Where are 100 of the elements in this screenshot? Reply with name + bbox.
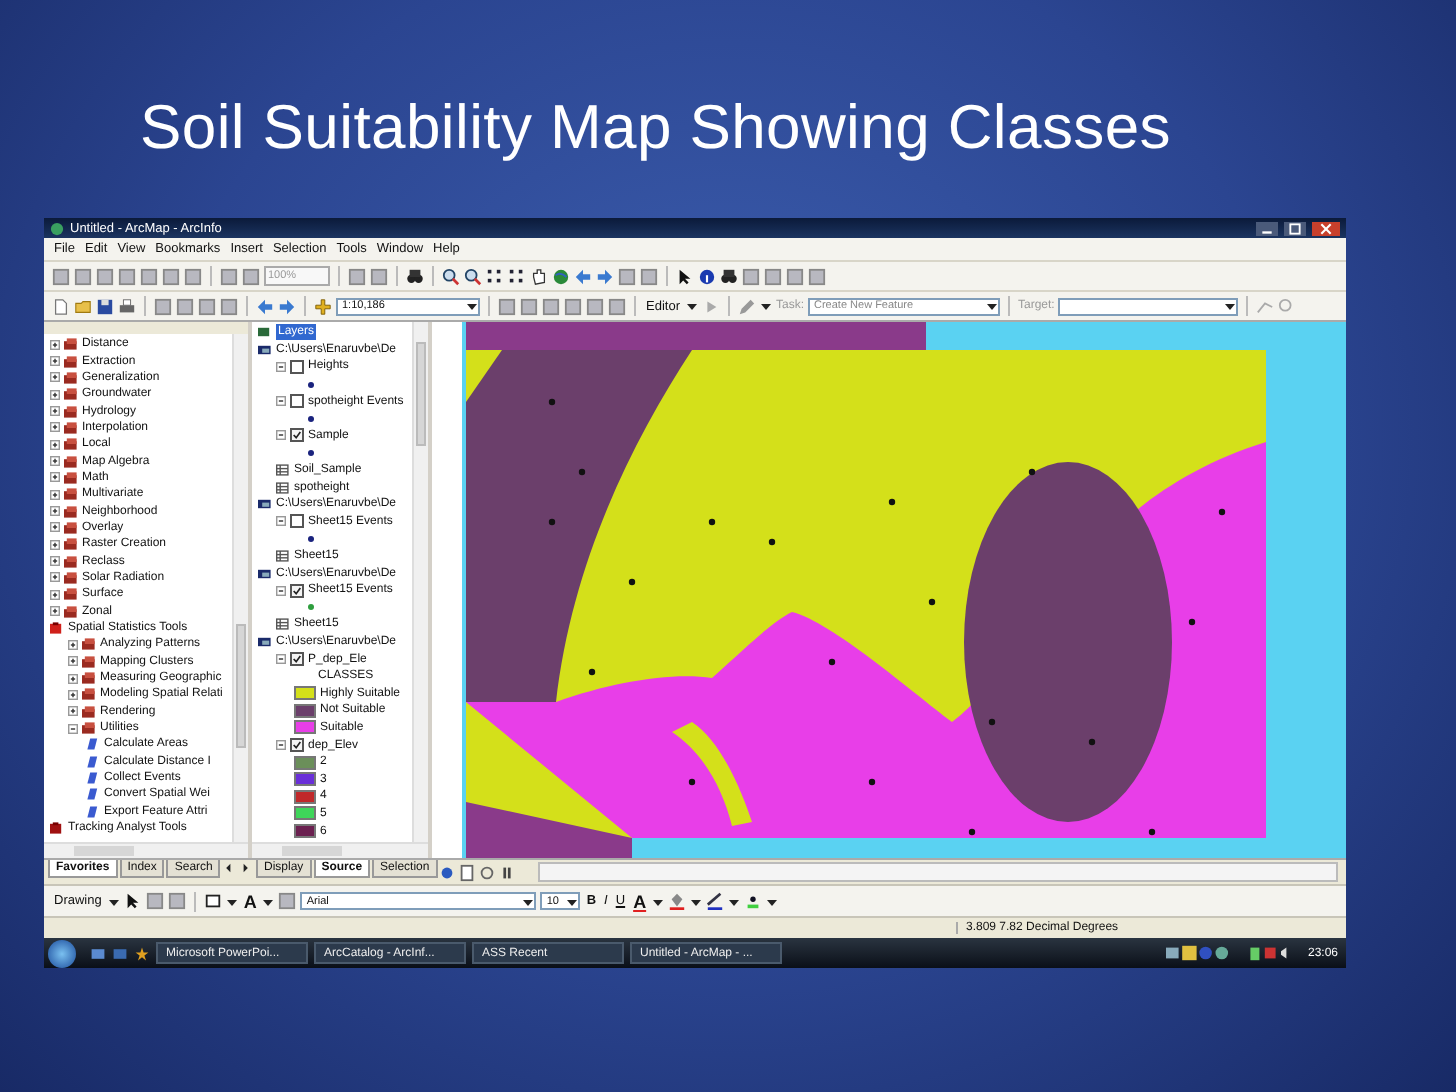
horizontal-scrollbar[interactable] [538,862,1338,882]
expand-icon[interactable] [68,639,78,650]
expand-icon[interactable] [68,673,78,684]
table-icon [276,464,290,477]
dots-icon[interactable] [508,267,526,285]
collapse-icon[interactable] [276,361,286,372]
caret-icon [766,895,779,907]
check-icon [292,654,302,665]
expand-icon[interactable] [50,372,60,383]
caret-icon [262,895,275,907]
marker-icon[interactable] [744,892,763,910]
expand-icon[interactable] [50,556,60,567]
expand-icon[interactable] [50,456,60,467]
collapse-icon[interactable] [276,585,286,596]
expand-icon[interactable] [50,472,60,483]
table-icon [276,550,290,563]
right-arrow-icon[interactable] [238,860,253,876]
expand-icon[interactable] [50,539,60,550]
caret-icon [566,895,579,907]
layer-checkbox[interactable] [290,652,304,667]
font-color-button[interactable]: A [631,891,649,911]
start-button[interactable] [48,939,76,967]
expand-icon[interactable] [50,389,60,400]
folder-icon [258,343,272,356]
minimize-button[interactable] [1256,221,1278,235]
table-icon [276,618,290,631]
text-tool-button[interactable]: A [241,891,259,911]
horizontal-scrollbar[interactable] [252,842,428,858]
caret-icon [107,895,120,907]
horizontal-scrollbar[interactable] [44,842,248,858]
binoculars-icon[interactable] [406,267,424,285]
layers-icon [258,326,272,339]
table-icon [276,481,290,494]
plus-icon[interactable] [314,297,332,315]
slide-title: Soil Suitability Map Showing Classes [140,92,1173,164]
expand-icon[interactable] [50,422,60,433]
caret-icon [728,895,741,907]
maximize-button[interactable] [1284,221,1306,235]
close-button[interactable] [1312,221,1340,235]
floppy-icon[interactable] [96,297,114,315]
maximize-icon [1284,221,1306,235]
expand-icon[interactable] [50,572,60,583]
folder-icon [258,635,272,648]
pointer-icon[interactable] [123,892,142,910]
expand-icon[interactable] [50,356,60,367]
folder-icon [258,498,272,511]
collapse-icon[interactable] [68,723,78,734]
caret-icon [225,895,238,907]
expand-icon[interactable] [50,606,60,617]
layer-checkbox[interactable] [290,738,304,753]
collapse-icon[interactable] [276,654,286,665]
expand-icon[interactable] [68,656,78,667]
info-icon[interactable] [698,267,716,285]
fill-bucket-icon[interactable] [668,892,687,910]
expand-icon[interactable] [50,589,60,600]
expand-icon[interactable] [68,689,78,700]
check-icon [292,430,302,441]
pencil-icon[interactable] [737,297,756,315]
pause-icon[interactable] [498,863,516,881]
target-dropdown[interactable] [1058,297,1239,315]
page-icon[interactable] [458,863,476,881]
layer-checkbox[interactable] [290,394,304,409]
tool-icon[interactable] [278,892,297,910]
vertical-scrollbar[interactable] [232,334,248,842]
rectangle-icon[interactable] [203,892,222,910]
vertical-scrollbar[interactable] [412,322,428,842]
hand-icon[interactable] [530,267,548,285]
caret-icon [685,300,698,312]
folder-icon[interactable] [74,297,92,315]
dots-icon[interactable] [486,267,504,285]
caret-icon [759,300,772,312]
collapse-icon[interactable] [276,740,286,751]
star-icon[interactable] [134,945,150,961]
collapse-icon[interactable] [276,516,286,527]
caret-icon [986,300,998,312]
expand-icon[interactable] [50,506,60,517]
layer-checkbox[interactable] [290,428,304,443]
expand-icon[interactable] [50,522,60,533]
expand-icon[interactable] [50,406,60,417]
check-icon [292,740,302,751]
caret-icon [690,895,703,907]
layer-checkbox[interactable] [290,583,304,598]
layer-checkbox[interactable] [290,514,304,529]
expand-icon[interactable] [50,439,60,450]
collapse-icon[interactable] [276,396,286,407]
printer-icon[interactable] [118,297,136,315]
collapse-icon[interactable] [276,430,286,441]
expand-icon[interactable] [68,706,78,717]
pointer-icon[interactable] [676,267,694,285]
check-icon [292,585,302,596]
caret-icon [466,300,478,312]
binoculars-icon[interactable] [720,267,738,285]
folder-icon [258,567,272,580]
expand-icon[interactable] [50,339,60,350]
caret-icon [652,895,665,907]
expand-icon[interactable] [50,489,60,500]
line-color-icon[interactable] [706,892,725,910]
caret-icon [1224,300,1237,312]
layer-checkbox[interactable] [290,359,304,374]
document-icon[interactable] [52,297,70,315]
